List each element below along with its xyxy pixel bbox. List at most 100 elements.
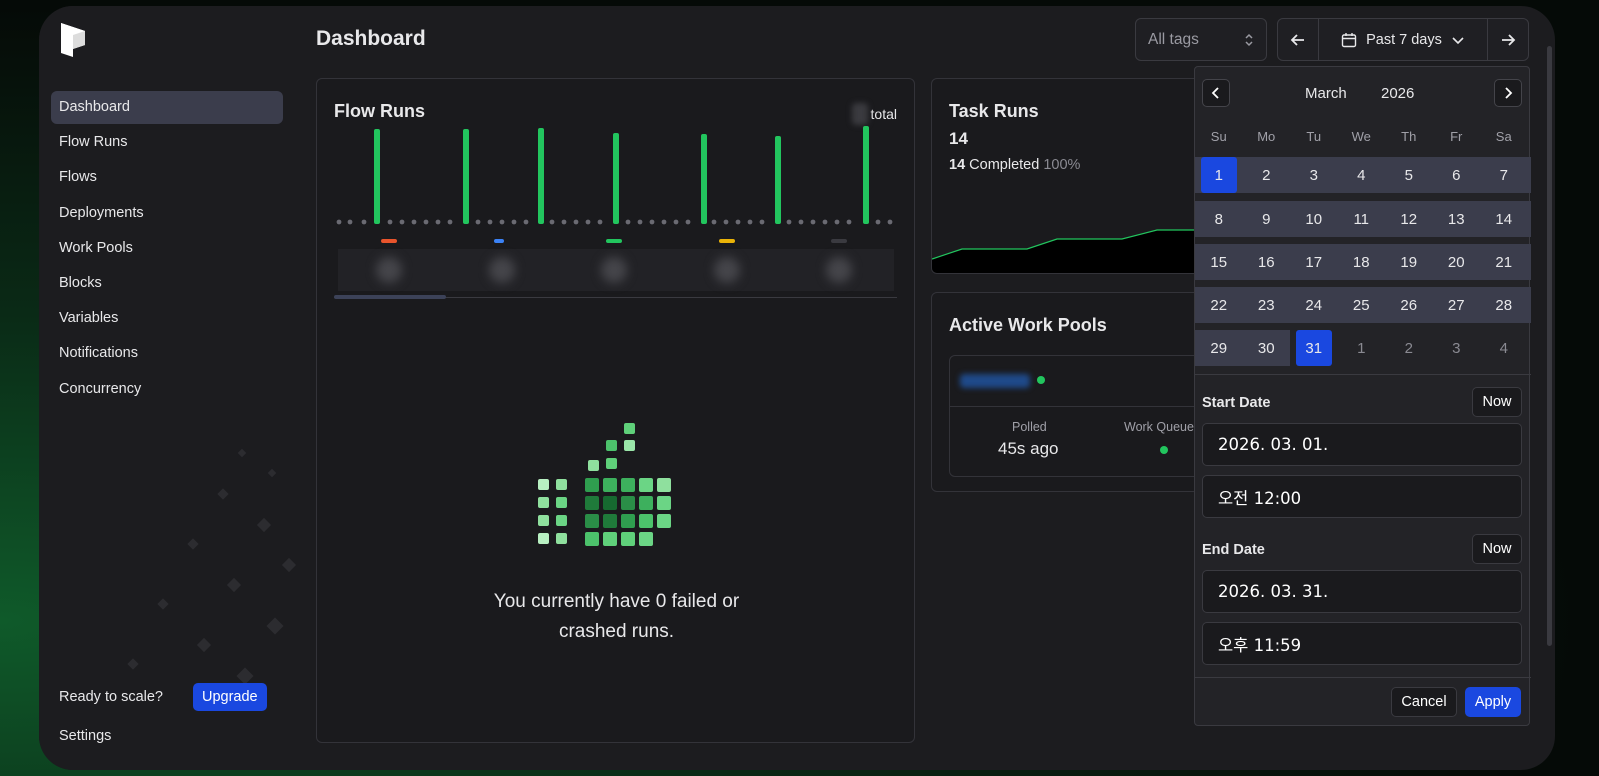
calendar-year[interactable]: 2026 bbox=[1381, 85, 1414, 102]
sidebar-item-flow-runs[interactable]: Flow Runs bbox=[51, 126, 283, 159]
calendar-day-next-month[interactable]: 3 bbox=[1433, 330, 1481, 366]
calendar-day[interactable]: 14 bbox=[1480, 201, 1528, 237]
calendar-week: 15 16 17 18 19 20 21 bbox=[1195, 244, 1531, 280]
sidebar-item-settings[interactable]: Settings bbox=[59, 728, 111, 744]
calendar-day[interactable]: 29 bbox=[1195, 330, 1243, 366]
end-date-input[interactable]: 2026. 03. 31. bbox=[1202, 570, 1522, 613]
weekday-label: Th bbox=[1401, 129, 1417, 144]
sidebar-item-dashboard[interactable]: Dashboard bbox=[51, 91, 283, 124]
calendar-day[interactable]: 20 bbox=[1433, 244, 1481, 280]
calendar-week: 29 30 31 1 2 3 4 bbox=[1195, 330, 1531, 366]
tab-active-indicator[interactable] bbox=[334, 295, 446, 299]
calendar-day[interactable]: 7 bbox=[1480, 157, 1528, 193]
prefect-logo-icon[interactable] bbox=[59, 21, 87, 59]
sidebar-item-blocks[interactable]: Blocks bbox=[51, 267, 283, 300]
task-runs-count: 14 bbox=[949, 129, 968, 148]
work-pools-card: Active Work Pools Polled 45s ago Work Qu… bbox=[931, 292, 1231, 492]
apply-button[interactable]: Apply bbox=[1465, 687, 1521, 717]
calendar-day[interactable]: 30 bbox=[1242, 330, 1290, 366]
calendar-day[interactable]: 28 bbox=[1480, 287, 1528, 323]
calendar-day[interactable]: 16 bbox=[1243, 244, 1291, 280]
legend-blob bbox=[489, 257, 515, 283]
calendar-day[interactable]: 23 bbox=[1243, 287, 1291, 323]
work-pool-item[interactable]: Polled 45s ago Work Queues bbox=[949, 355, 1230, 477]
end-date-label: End Date bbox=[1202, 542, 1265, 558]
calendar-day-selected[interactable]: 1 bbox=[1201, 157, 1237, 193]
end-time-input[interactable]: 오후 11:59 bbox=[1202, 622, 1522, 665]
calendar-day[interactable]: 18 bbox=[1338, 244, 1386, 280]
upgrade-button[interactable]: Upgrade bbox=[192, 683, 267, 711]
decorative-pattern bbox=[127, 448, 297, 685]
next-month-button[interactable] bbox=[1494, 79, 1522, 107]
next-range-button[interactable] bbox=[1488, 19, 1528, 60]
tags-select[interactable]: All tags bbox=[1135, 18, 1267, 61]
calendar-day[interactable]: 6 bbox=[1433, 157, 1481, 193]
work-queues-label: Work Queues bbox=[1124, 420, 1201, 434]
chip-failed bbox=[381, 239, 397, 243]
calendar-day[interactable]: 17 bbox=[1290, 244, 1338, 280]
calendar-day[interactable]: 15 bbox=[1195, 244, 1243, 280]
empty-state-message: You currently have 0 failed or crashed r… bbox=[317, 587, 916, 647]
calendar-day[interactable]: 25 bbox=[1338, 287, 1386, 323]
start-time-input[interactable]: 오전 12:00 bbox=[1202, 475, 1522, 518]
calendar-day[interactable]: 9 bbox=[1243, 201, 1291, 237]
state-legend-redacted bbox=[338, 249, 894, 291]
calendar-day[interactable]: 5 bbox=[1385, 157, 1433, 193]
calendar-day[interactable]: 22 bbox=[1195, 287, 1243, 323]
weekday-label: We bbox=[1351, 129, 1371, 144]
calendar-day[interactable]: 10 bbox=[1290, 201, 1338, 237]
chip-scheduled bbox=[494, 239, 504, 243]
flow-runs-card: Flow Runs total You currently have 0 fai… bbox=[316, 78, 915, 743]
weekday-label: Su bbox=[1210, 129, 1227, 144]
weekday-header: Su Mo Tu We Th Fr Sa bbox=[1195, 129, 1531, 144]
calendar-day-selected[interactable]: 31 bbox=[1296, 330, 1332, 366]
calendar-day[interactable]: 13 bbox=[1433, 201, 1481, 237]
start-date-label: Start Date bbox=[1202, 395, 1271, 411]
calendar-day[interactable]: 8 bbox=[1195, 201, 1243, 237]
sidebar-item-deployments[interactable]: Deployments bbox=[51, 197, 283, 230]
chip-pending bbox=[719, 239, 735, 243]
calendar-month[interactable]: March bbox=[1305, 85, 1347, 102]
chevron-down-icon bbox=[1452, 36, 1464, 44]
end-now-button[interactable]: Now bbox=[1472, 534, 1522, 564]
calendar-day-next-month[interactable]: 2 bbox=[1385, 330, 1433, 366]
previous-range-button[interactable] bbox=[1278, 19, 1318, 60]
thumbs-up-icon bbox=[538, 423, 671, 546]
task-runs-title: Task Runs bbox=[949, 101, 1039, 121]
calendar-day[interactable]: 21 bbox=[1480, 244, 1528, 280]
chevron-left-icon bbox=[1211, 87, 1219, 99]
weekday-label: Mo bbox=[1257, 129, 1276, 144]
sidebar-item-concurrency[interactable]: Concurrency bbox=[51, 373, 283, 406]
sidebar-item-variables[interactable]: Variables bbox=[51, 302, 283, 335]
sidebar-item-work-pools[interactable]: Work Pools bbox=[51, 232, 283, 265]
calendar-day[interactable]: 4 bbox=[1338, 157, 1386, 193]
cancel-button[interactable]: Cancel bbox=[1391, 687, 1457, 717]
prev-month-button[interactable] bbox=[1202, 79, 1230, 107]
calendar-footer-divider bbox=[1195, 677, 1531, 678]
calendar-day[interactable]: 19 bbox=[1385, 244, 1433, 280]
arrow-left-icon bbox=[1290, 33, 1304, 46]
calendar-day[interactable]: 26 bbox=[1385, 287, 1433, 323]
calendar-day[interactable]: 24 bbox=[1290, 287, 1338, 323]
calendar-day[interactable]: 11 bbox=[1338, 201, 1386, 237]
histogram-bars bbox=[374, 126, 869, 224]
state-chips bbox=[334, 239, 900, 247]
scrollbar[interactable] bbox=[1547, 46, 1552, 646]
scale-text: Ready to scale? bbox=[59, 689, 163, 705]
calendar-day-next-month[interactable]: 1 bbox=[1338, 330, 1386, 366]
calendar-day[interactable]: 12 bbox=[1385, 201, 1433, 237]
calendar-day[interactable]: 27 bbox=[1433, 287, 1481, 323]
work-pool-name-redacted[interactable] bbox=[960, 374, 1030, 388]
chevron-right-icon bbox=[1505, 87, 1513, 99]
calendar-day[interactable]: 3 bbox=[1290, 157, 1338, 193]
sidebar-item-notifications[interactable]: Notifications bbox=[51, 337, 283, 370]
start-now-button[interactable]: Now bbox=[1472, 387, 1522, 417]
date-range-button[interactable]: Past 7 days bbox=[1318, 19, 1488, 60]
legend-blob bbox=[376, 257, 402, 283]
start-date-input[interactable]: 2026. 03. 01. bbox=[1202, 423, 1522, 466]
calendar-day[interactable]: 2 bbox=[1243, 157, 1291, 193]
sidebar-item-flows[interactable]: Flows bbox=[51, 161, 283, 194]
date-range-label: Past 7 days bbox=[1366, 31, 1442, 48]
page-title: Dashboard bbox=[316, 27, 426, 50]
calendar-day-next-month[interactable]: 4 bbox=[1480, 330, 1528, 366]
